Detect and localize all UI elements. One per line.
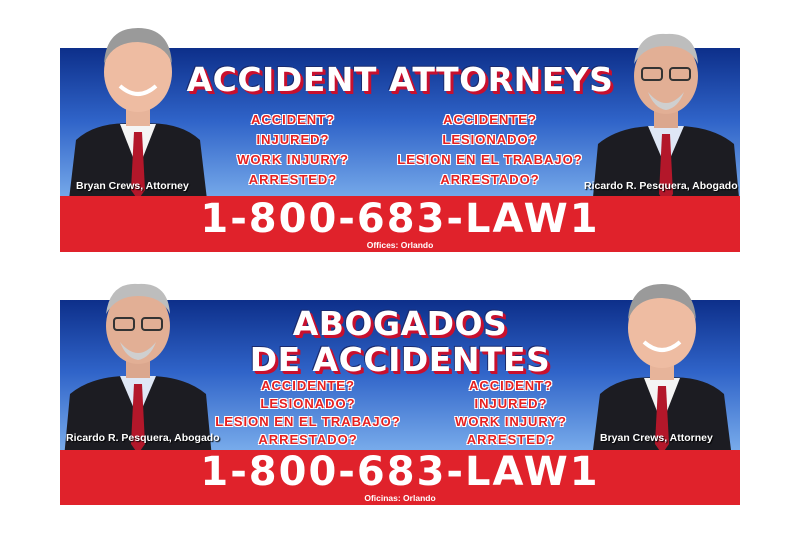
question: LESIONADO? <box>260 396 356 411</box>
question: ACCIDENTE? <box>261 378 355 393</box>
right-caption: Bryan Crews, Attorney <box>600 432 713 444</box>
phone-bar: 1-800-683-LAW1 Oficinas: Orlando <box>60 449 740 505</box>
question: LESION EN EL TRABAJO? <box>397 152 583 167</box>
question: INJURED? <box>256 132 330 147</box>
question: ACCIDENT? <box>250 112 336 127</box>
question: ARRESTED? <box>248 172 338 187</box>
question: ARRESTADO? <box>258 432 358 447</box>
question: ARRESTADO? <box>440 172 540 187</box>
offices-label: Offices: Orlando <box>366 240 434 250</box>
phone-number: 1-800-683-LAW1 <box>200 196 600 242</box>
question: ACCIDENT? <box>468 378 554 393</box>
phone-number: 1-800-683-LAW1 <box>200 449 600 495</box>
phone-bar: 1-800-683-LAW1 Offices: Orlando <box>60 196 740 252</box>
question: LESIONADO? <box>442 132 538 147</box>
title-line-2: DE ACCIDENTES <box>249 340 551 379</box>
question: ACCIDENTE? <box>443 112 537 127</box>
billboard-top: Bryan Crews, Attorney Ricardo R. Pesquer… <box>60 20 740 252</box>
question: ARRESTED? <box>466 432 556 447</box>
offices-label: Oficinas: Orlando <box>364 493 436 503</box>
question: WORK INJURY? <box>237 152 349 167</box>
question: LESION EN EL TRABAJO? <box>215 414 401 429</box>
right-caption: Ricardo R. Pesquera, Abogado <box>584 180 738 192</box>
question: WORK INJURY? <box>455 414 567 429</box>
left-caption: Ricardo R. Pesquera, Abogado <box>66 432 220 444</box>
title: ACCIDENT ATTORNEYS <box>186 60 614 99</box>
question: INJURED? <box>474 396 548 411</box>
title-line-1: ABOGADOS <box>292 304 508 343</box>
left-caption: Bryan Crews, Attorney <box>76 180 189 192</box>
billboard-bottom: Ricardo R. Pesquera, Abogado Bryan Crews… <box>60 278 740 505</box>
